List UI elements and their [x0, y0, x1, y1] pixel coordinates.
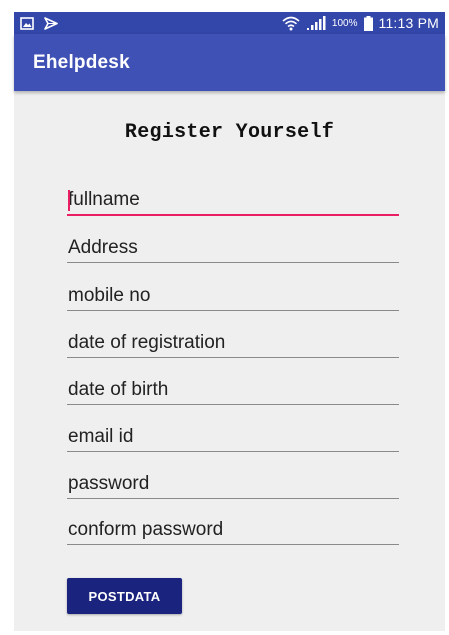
cast-notification-icon	[44, 16, 59, 30]
wifi-icon	[282, 16, 300, 31]
status-clock: 11:13 PM	[378, 15, 439, 31]
postdata-button[interactable]: POSTDATA	[67, 578, 182, 614]
image-notification-icon	[20, 16, 34, 30]
mobile-no-input[interactable]	[67, 281, 399, 310]
signal-icon	[306, 15, 326, 31]
email-field-container	[67, 422, 399, 452]
text-cursor	[68, 190, 70, 211]
mobile-field-container	[67, 281, 399, 311]
confirm-password-input[interactable]	[67, 515, 399, 544]
battery-percent: 100%	[331, 17, 358, 29]
date-of-birth-input[interactable]	[67, 375, 399, 404]
address-input[interactable]	[67, 233, 399, 262]
app-bar: Ehelpdesk	[14, 34, 445, 91]
address-field-container	[67, 233, 399, 263]
confirm-password-field-container	[67, 515, 399, 545]
registration-form: Register Yourself POSTDATA	[14, 91, 445, 631]
form-heading: Register Yourself	[124, 121, 335, 144]
password-input[interactable]	[67, 469, 399, 498]
fullname-input[interactable]	[67, 186, 399, 214]
phone-screen: 100% 11:13 PM Ehelpdesk Register Yoursel…	[0, 0, 449, 635]
registration-date-field-container	[67, 328, 399, 358]
app-title: Ehelpdesk	[33, 51, 130, 73]
status-indicators: 100% 11:13 PM	[282, 15, 439, 31]
status-bar: 100% 11:13 PM	[14, 12, 445, 34]
battery-icon	[363, 15, 373, 31]
email-id-input[interactable]	[67, 422, 399, 451]
fullname-field-container	[67, 186, 399, 216]
status-notifications	[20, 16, 59, 30]
date-of-registration-input[interactable]	[67, 328, 399, 357]
birth-date-field-container	[67, 375, 399, 405]
password-field-container	[67, 469, 399, 499]
